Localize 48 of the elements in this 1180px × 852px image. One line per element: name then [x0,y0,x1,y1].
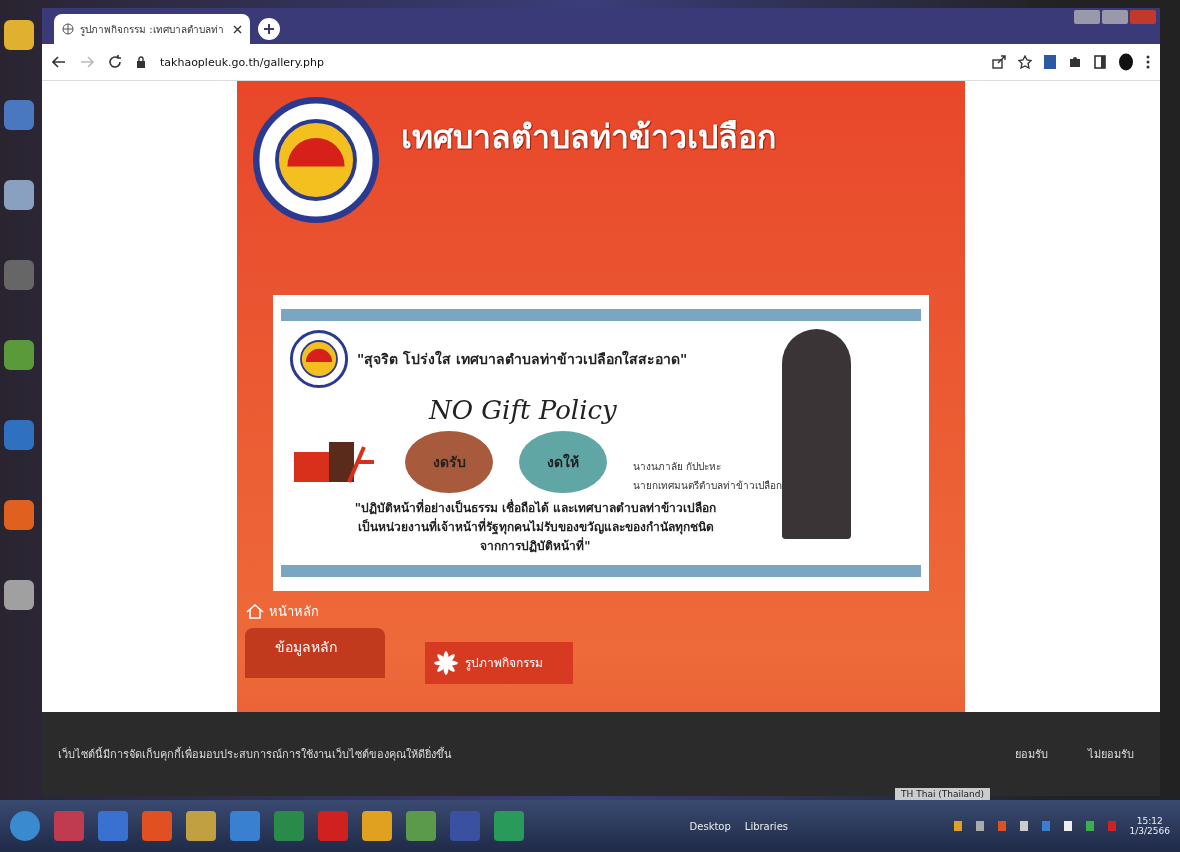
start-button[interactable] [10,811,40,841]
close-icon[interactable] [233,24,242,34]
taskbar-toolbar-label[interactable]: Libraries [744,820,788,832]
policy-badge: งดรับ [405,431,493,493]
desktop-shortcut-icon[interactable] [4,180,34,210]
cookie-message: เว็บไซต์นี้มีการจัดเก็บคุกกี้เพื่อมอบประสบการณ์การใช้งานเว็บไซต์ของคุณให้ดียิ่งขึ้น [58,745,453,763]
star-icon[interactable] [1018,55,1032,69]
section-title: รูปภาพกิจกรรม [465,655,543,673]
tray-icon[interactable] [975,821,984,831]
forward-icon[interactable] [80,55,94,69]
cookie-button[interactable]: ไม่ยอมรับ [1078,739,1144,769]
policy-badge: งดให้ [519,431,607,493]
policy-heading: NO Gift Policy [427,395,618,425]
reload-icon[interactable] [108,55,122,69]
tray-icon[interactable] [1085,821,1094,831]
person-role: นายกเทศมนตรีตำบลท่าข้าวเปลือก [633,479,782,493]
desktop-shortcut-icon[interactable] [4,100,34,130]
globe-icon [62,23,74,35]
tray-icon[interactable] [953,821,962,831]
taskbar-toolbar-label[interactable]: Desktop [689,820,731,832]
menu-icon[interactable] [1146,55,1150,69]
home-icon [245,603,265,620]
desktop-shortcut-icon[interactable] [4,580,34,610]
back-icon[interactable] [52,55,66,69]
clock: 15:12 1/3/2566 [1129,816,1170,836]
lock-icon [136,56,146,68]
quote-text: "ปฏิบัติหน้าที่อย่างเป็นธรรม เชื่อถือได้ และเทศบาลตำบลท่าข้าวเปลือก เป็นหน่วยงานที่เจ้าหน้าที่รัฐทุกคนไม่รับของขวัญและของกำนัลทุกชนิด จากการปฏิบัติหน้าที่" [353,499,718,556]
sidebar-icon[interactable] [1094,55,1106,69]
cookie-button[interactable]: ยอมรับ [1005,739,1058,769]
tab-title: รูปภาพกิจกรรม :เทศบาลตำบลท่า [80,22,225,37]
language-indicator[interactable]: TH Thai (Thailand) [895,788,990,800]
emblem-logo [289,329,349,389]
desktop-shortcut-icon[interactable] [4,340,34,370]
tray-icon[interactable] [1019,821,1028,831]
desktop-shortcut-icon[interactable] [4,500,34,530]
tray-icon[interactable] [1063,821,1072,831]
flower-icon [433,649,459,676]
menu-heading: ข้อมูลหลัก [245,627,385,678]
desktop-shortcut-icon[interactable] [4,20,34,50]
profile-avatar[interactable] [1118,53,1134,71]
address-field[interactable]: takhaopleuk.go.th/gallery.php [160,55,978,69]
site-title: เทศบาลตำบลท่าข้าวเปลือก [401,117,776,158]
new-tab-button[interactable] [258,18,280,40]
person-name: นางนภาลัย กัปปะหะ [633,460,723,474]
share-icon[interactable] [992,55,1006,69]
plus-icon [263,23,275,35]
slogan-text: "สุจริต โปร่งใส เทศบาลตำบลท่าข้าวเปลือกใสสะอาด" [357,349,688,370]
browser-tab[interactable]: รูปภาพกิจกรรม :เทศบาลตำบลท่า [54,14,250,44]
